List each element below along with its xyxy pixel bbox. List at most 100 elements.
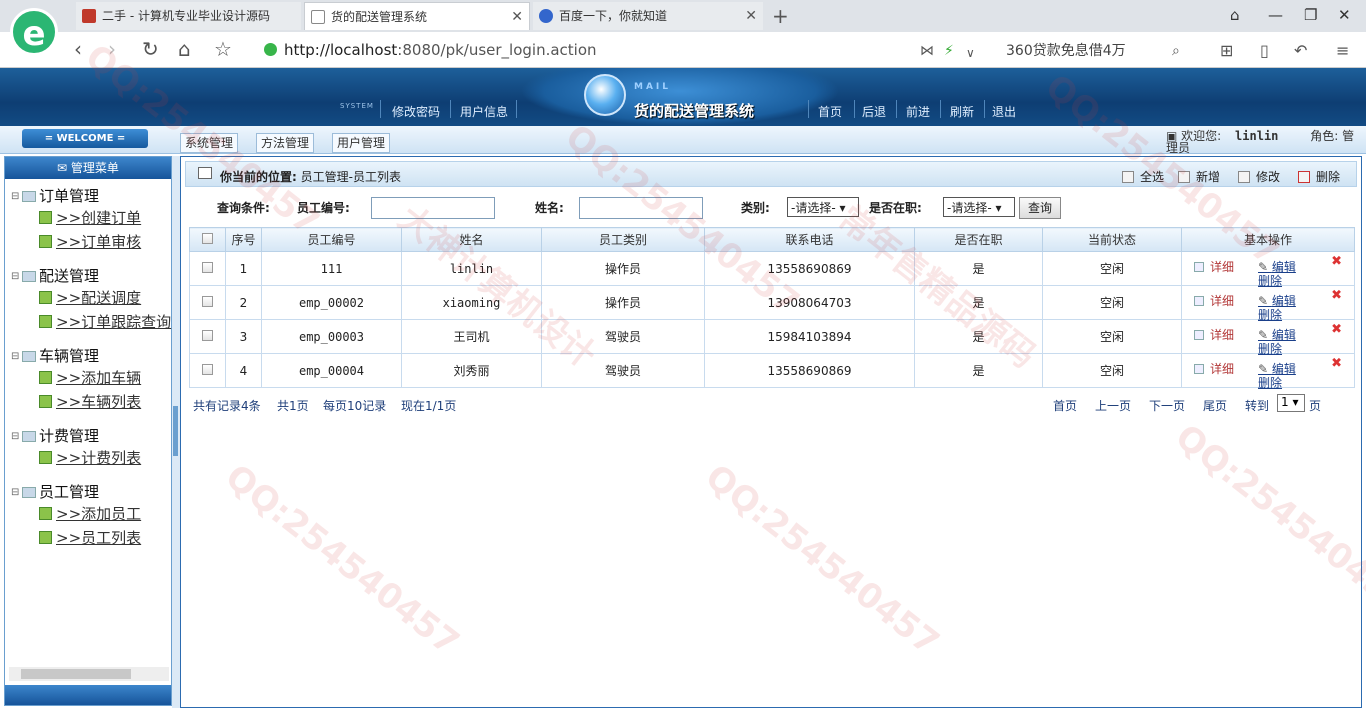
menu-item-add-vehicle[interactable]: >>添加车辆 (39, 367, 141, 388)
prev-page-link[interactable]: 上一页 (1095, 397, 1131, 414)
change-password-link[interactable]: 修改密码 (392, 103, 440, 120)
column-header: 联系电话 (704, 227, 915, 252)
reload-icon[interactable]: ↻ (142, 38, 159, 60)
table-row: 3 emp_00003 王司机 驾驶员 15984103894 是空闲 详细 ✎ 编辑 删除 ✖ (189, 319, 1355, 356)
undo-icon[interactable]: ↶ (1294, 40, 1307, 62)
share-icon[interactable]: ⋈ (920, 40, 934, 62)
nav-refresh-link[interactable]: 刷新 (950, 103, 974, 120)
tab-label: 用户管理 (337, 136, 386, 150)
last-page-link[interactable]: 尾页 (1203, 397, 1227, 414)
menu-item-dispatch[interactable]: >>配送调度 (39, 287, 141, 308)
star-icon[interactable]: ☆ (214, 38, 232, 60)
tab-system-management[interactable]: 系统管理 (180, 133, 239, 153)
detail-link[interactable]: 详细 (1194, 326, 1234, 343)
delete-x-icon[interactable]: ✖ (1331, 322, 1342, 337)
home-icon[interactable]: ⌂ (178, 38, 191, 60)
menu-icon[interactable]: ≡ (1336, 40, 1349, 62)
row-checkbox[interactable] (189, 285, 226, 320)
table-row: 1 111 linlin 操作员 13558690869 是空闲 详细 ✎ 编辑 删除 ✖ (189, 251, 1355, 288)
add-icon (1178, 171, 1190, 183)
menu-group-vehicles[interactable]: ⊟ 车辆管理 (11, 345, 99, 366)
close-tab-icon[interactable]: ✕ (745, 2, 757, 30)
back-icon[interactable]: ‹ (74, 38, 82, 60)
row-checkbox[interactable] (189, 319, 226, 354)
search-icon[interactable]: ⌕ (1172, 40, 1180, 62)
select-all-button[interactable]: 全选 (1122, 168, 1164, 185)
name-input[interactable] (579, 197, 703, 219)
cell-type: 操作员 (541, 251, 705, 286)
page-icon (39, 531, 52, 544)
column-header: 序号 (225, 227, 262, 252)
tab-method-management[interactable]: 方法管理 (256, 133, 315, 153)
menu-item-vehicle-list[interactable]: >>车辆列表 (39, 391, 141, 412)
browser-tab-1[interactable]: 二手 - 计算机专业毕业设计源码 (76, 2, 301, 30)
detail-link[interactable]: 详细 (1194, 292, 1234, 309)
apps-icon[interactable]: ⊞ (1220, 40, 1233, 62)
cell-emp-no: 111 (261, 251, 402, 286)
nav-logout-link[interactable]: 退出 (992, 103, 1016, 120)
row-checkbox[interactable] (189, 251, 226, 286)
url-input[interactable]: http://localhost:8080/pk/user_login.acti… (262, 38, 902, 62)
menu-group-billing[interactable]: ⊟ 计费管理 (11, 425, 99, 446)
menu-group-delivery[interactable]: ⊟ 配送管理 (11, 265, 99, 286)
reader-icon[interactable]: ▯ (1260, 40, 1269, 62)
close-window-icon[interactable]: ✕ (1338, 6, 1351, 24)
goto-page-select[interactable]: 1 ▾ (1277, 394, 1305, 412)
onjob-select[interactable]: -请选择- ▾ (943, 197, 1015, 217)
edit-button[interactable]: 修改 (1238, 168, 1280, 185)
emp-no-input[interactable] (371, 197, 495, 219)
menu-item-employee-list[interactable]: >>员工列表 (39, 527, 141, 548)
location-bar: 你当前的位置: 员工管理-员工列表 全选 新增 修改 删除 (185, 161, 1357, 187)
menu-item-billing-list[interactable]: >>计费列表 (39, 447, 141, 468)
lightning-icon[interactable]: ⚡ (944, 40, 954, 62)
group-label: 订单管理 (39, 187, 100, 205)
shirt-icon[interactable]: ⌂ (1230, 6, 1240, 24)
delete-x-icon[interactable]: ✖ (1331, 356, 1342, 371)
group-label: 计费管理 (39, 427, 100, 445)
promo-text[interactable]: 360贷款免息借4万 (1006, 40, 1126, 60)
cell-onjob: 是 (914, 251, 1043, 286)
nav-home-link[interactable]: 首页 (818, 103, 842, 120)
delete-button[interactable]: 删除 (1298, 168, 1340, 185)
username: linlin (1235, 129, 1279, 143)
cell-status: 空闲 (1042, 353, 1182, 388)
new-tab-icon[interactable]: + (772, 4, 789, 28)
browser-tab-3[interactable]: 百度一下，你就知道 ✕ (533, 2, 763, 30)
browser-tab-2-active[interactable]: 货的配送管理系统 ✕ (304, 2, 530, 30)
next-page-link[interactable]: 下一页 (1149, 397, 1185, 414)
query-button[interactable]: 查询 (1019, 197, 1061, 219)
cell-type: 操作员 (541, 285, 705, 320)
delete-x-icon[interactable]: ✖ (1331, 254, 1342, 269)
menu-group-employees[interactable]: ⊟ 员工管理 (11, 481, 99, 502)
cell-ops: 详细 ✎ 编辑 删除 ✖ (1181, 251, 1355, 288)
nav-back-link[interactable]: 后退 (862, 103, 886, 120)
role-label: 角色: (1310, 129, 1339, 143)
cell-name: 刘秀丽 (401, 353, 542, 388)
forward-icon[interactable]: › (108, 38, 116, 60)
detail-link[interactable]: 详细 (1194, 360, 1234, 377)
close-tab-icon[interactable]: ✕ (511, 3, 523, 30)
list-icon (198, 167, 212, 179)
type-select[interactable]: -请选择- ▾ (787, 197, 859, 217)
first-page-link[interactable]: 首页 (1053, 397, 1077, 414)
header-checkbox[interactable] (189, 227, 226, 252)
menu-group-orders[interactable]: ⊟ 订单管理 (11, 185, 99, 206)
detail-link[interactable]: 详细 (1194, 258, 1234, 275)
menu-item-order-tracking[interactable]: >>订单跟踪查询 (39, 311, 171, 332)
mail-icon (584, 74, 626, 116)
row-checkbox[interactable] (189, 353, 226, 388)
tab-user-management[interactable]: 用户管理 (332, 133, 391, 153)
user-info-link[interactable]: 用户信息 (460, 103, 508, 120)
chevron-down-icon[interactable]: ∨ (966, 42, 975, 64)
add-button[interactable]: 新增 (1178, 168, 1220, 185)
nav-forward-link[interactable]: 前进 (906, 103, 930, 120)
sidebar-scrollbar[interactable] (9, 667, 169, 681)
delete-x-icon[interactable]: ✖ (1331, 288, 1342, 303)
menu-item-add-employee[interactable]: >>添加员工 (39, 503, 141, 524)
delete-link[interactable]: 删除 (1258, 374, 1282, 391)
menu-item-order-review[interactable]: >>订单审核 (39, 231, 141, 252)
minimize-icon[interactable]: — (1268, 6, 1283, 24)
panel-splitter[interactable] (172, 156, 180, 708)
menu-item-create-order[interactable]: >>创建订单 (39, 207, 141, 228)
restore-icon[interactable]: ❐ (1304, 6, 1317, 24)
